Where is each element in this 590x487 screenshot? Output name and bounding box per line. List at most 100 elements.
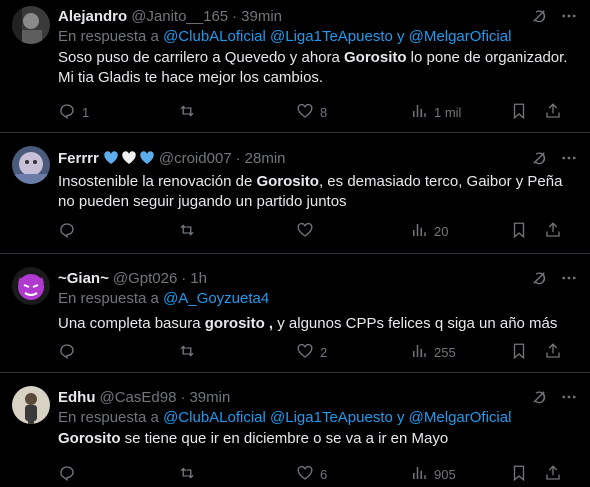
action-bar: 6 905 (58, 464, 578, 484)
reply-feed: Alejandro @Janito__165 · 39min En respue… (0, 0, 590, 487)
like-icon (296, 464, 314, 485)
like-icon (296, 102, 314, 123)
reply-prefix: En respuesta a (58, 290, 159, 307)
handle[interactable]: @Gpt026 (113, 270, 177, 287)
handle[interactable]: @croid007 (159, 150, 232, 167)
like-button[interactable] (296, 221, 320, 242)
retweet-button[interactable] (178, 342, 202, 363)
handle[interactable]: @CasEd98 (100, 389, 177, 406)
text-highlight: Gorosito (256, 173, 319, 190)
timestamp[interactable]: 1h (190, 270, 207, 287)
views-button[interactable]: 20 (410, 221, 448, 242)
avatar[interactable] (12, 386, 50, 424)
more-icon[interactable] (560, 269, 578, 291)
display-name[interactable]: Ferrrr (58, 150, 99, 167)
views-button[interactable]: 1 mil (410, 102, 461, 123)
avatar[interactable] (12, 267, 50, 305)
like-button[interactable]: 8 (296, 102, 327, 123)
timestamp[interactable]: 39min (189, 389, 230, 406)
share-button[interactable] (544, 342, 562, 363)
reply-icon (58, 102, 76, 123)
tweet-text: Una completa basura gorosito , y algunos… (58, 314, 578, 334)
share-button[interactable] (544, 102, 562, 123)
views-icon (410, 464, 428, 485)
bookmark-button[interactable] (510, 464, 528, 485)
avatar[interactable] (12, 146, 50, 184)
share-icon (544, 221, 562, 242)
share-icon (544, 464, 562, 485)
display-name[interactable]: ~Gian~ (58, 270, 109, 287)
like-button[interactable]: 2 (296, 342, 327, 363)
separator-dot: · (232, 7, 238, 25)
reply-button[interactable] (58, 342, 82, 363)
views-count: 255 (434, 344, 456, 360)
timestamp[interactable]: 39min (241, 8, 282, 25)
grok-icon[interactable] (530, 7, 548, 29)
like-button[interactable]: 6 (296, 464, 327, 485)
views-count: 20 (434, 223, 449, 239)
retweet-icon (178, 342, 196, 363)
text-highlight: Gorosito (344, 49, 407, 66)
bookmark-icon (510, 464, 528, 485)
separator-dot: · (235, 149, 241, 167)
retweet-button[interactable] (178, 102, 202, 123)
avatar[interactable] (12, 6, 50, 44)
white-heart-icon (122, 151, 136, 164)
views-button[interactable]: 905 (410, 464, 456, 485)
reply-mentions[interactable]: @A_Goyzueta4 (163, 290, 269, 307)
grok-icon[interactable] (530, 149, 548, 171)
reply-count: 1 (82, 104, 90, 120)
text-part: Insostenible la renovación de (58, 173, 257, 190)
views-icon (410, 342, 428, 363)
bookmark-icon (510, 102, 528, 123)
like-count: 8 (320, 104, 328, 120)
text-part: Una completa basura (58, 315, 205, 332)
display-name[interactable]: Alejandro (58, 8, 127, 25)
share-button[interactable] (544, 221, 562, 242)
text-part: y algunos CPPs felices q siga un año más (273, 315, 558, 332)
views-count: 1 mil (434, 104, 462, 120)
tweet-text: Soso puso de carrilero a Quevedo y ahora… (58, 48, 578, 88)
grok-icon[interactable] (530, 269, 548, 291)
views-button[interactable]: 255 (410, 342, 456, 363)
reply-mentions[interactable]: @ClubALoficial @Liga1TeApuesto y @Melgar… (163, 409, 511, 426)
name-emoji-hearts (103, 150, 155, 166)
timestamp[interactable]: 28min (245, 150, 286, 167)
display-name[interactable]: Edhu (58, 389, 96, 406)
like-count: 6 (320, 466, 328, 482)
text-highlight: Gorosito (58, 430, 121, 447)
grok-icon[interactable] (530, 388, 548, 410)
separator-dot: · (181, 269, 187, 287)
more-icon[interactable] (560, 7, 578, 29)
retweet-icon (178, 464, 196, 485)
bookmark-button[interactable] (510, 102, 528, 123)
bookmark-icon (510, 342, 528, 363)
reply-button[interactable]: 1 (58, 102, 89, 123)
bookmark-button[interactable] (510, 221, 528, 242)
reply-prefix: En respuesta a (58, 28, 159, 45)
text-part: Soso puso de carrilero a Quevedo y ahora (58, 49, 345, 66)
tweet-ferrrr[interactable]: Ferrrr @croid007 · 28min Insostenible la… (0, 134, 590, 254)
tweet-alejandro[interactable]: Alejandro @Janito__165 · 39min En respue… (0, 0, 590, 133)
tweet-text: Insostenible la renovación de Gorosito, … (58, 172, 578, 212)
more-icon[interactable] (560, 149, 578, 171)
more-icon[interactable] (560, 388, 578, 410)
reply-button[interactable] (58, 464, 82, 485)
like-icon (296, 342, 314, 363)
share-icon (544, 102, 562, 123)
retweet-icon (178, 221, 196, 242)
reply-prefix: En respuesta a (58, 409, 159, 426)
like-icon (296, 221, 314, 242)
reply-mentions[interactable]: @ClubALoficial @Liga1TeApuesto y @Melgar… (163, 28, 511, 45)
reply-button[interactable] (58, 221, 82, 242)
share-button[interactable] (544, 464, 562, 485)
tweet-edhu[interactable]: Edhu @CasEd98 · 39min En respuesta a @Cl… (0, 374, 590, 487)
reply-icon (58, 464, 76, 485)
bookmark-button[interactable] (510, 342, 528, 363)
share-icon (544, 342, 562, 363)
tweet-gian[interactable]: ~Gian~ @Gpt026 · 1h En respuesta a @A_Go… (0, 255, 590, 373)
handle[interactable]: @Janito__165 (131, 8, 228, 25)
views-icon (410, 221, 428, 242)
retweet-button[interactable] (178, 464, 202, 485)
retweet-button[interactable] (178, 221, 202, 242)
